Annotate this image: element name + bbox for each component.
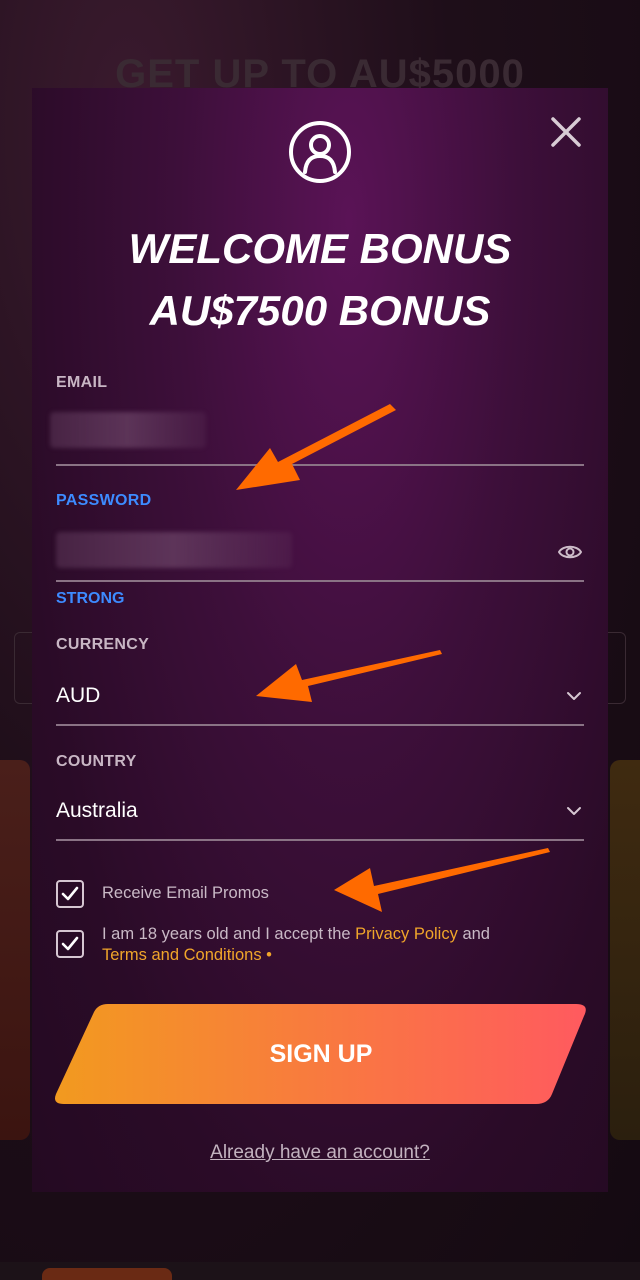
terms-label: I am 18 years old and I accept the Priva… <box>102 924 572 966</box>
currency-value: AUD <box>56 684 101 707</box>
currency-label: CURRENCY <box>56 636 150 653</box>
terms-checkbox[interactable] <box>56 930 84 958</box>
country-underline <box>56 839 584 841</box>
background-game-tile-left <box>0 760 30 1140</box>
email-promos-label: Receive Email Promos <box>102 884 269 902</box>
page: GET UP TO AU$5000 WELCOME BONUS AU$7500 … <box>0 0 640 1280</box>
country-value: Australia <box>56 799 138 822</box>
password-label: PASSWORD <box>56 492 152 509</box>
background-card-edge-left <box>14 632 33 704</box>
terms-and-conditions-link[interactable]: Terms and Conditions <box>102 946 262 964</box>
eye-icon[interactable] <box>558 542 582 562</box>
email-label: EMAIL <box>56 374 108 391</box>
required-marker: • <box>261 946 272 964</box>
privacy-policy-link[interactable]: Privacy Policy <box>355 925 458 943</box>
already-have-account-link[interactable]: Already have an account? <box>32 1142 608 1164</box>
sign-up-label: SIGN UP <box>269 1040 373 1068</box>
country-select[interactable]: COUNTRY Australia <box>56 753 584 845</box>
background-card-edge-right <box>607 632 626 704</box>
user-circle-icon <box>289 121 351 183</box>
close-icon[interactable] <box>548 114 584 150</box>
checkmark-icon <box>61 886 79 901</box>
password-field[interactable]: PASSWORD <box>56 492 584 584</box>
title-line-2: AU$7500 BONUS <box>149 287 491 334</box>
title-line-1: WELCOME BONUS <box>128 225 512 272</box>
chevron-down-icon[interactable] <box>564 686 584 706</box>
password-strength-indicator: STRONG <box>56 590 125 607</box>
modal-title: WELCOME BONUS AU$7500 BONUS <box>32 218 608 342</box>
password-underline <box>56 580 584 582</box>
currency-underline <box>56 724 584 726</box>
terms-prefix: I am 18 years old and I accept the <box>102 925 356 943</box>
signup-modal: WELCOME BONUS AU$7500 BONUS EMAIL PASSWO… <box>32 88 608 1192</box>
background-game-tile-right <box>610 760 640 1140</box>
terms-and: and <box>457 925 490 943</box>
country-label: COUNTRY <box>56 753 137 770</box>
background-nav-pill <box>42 1268 172 1280</box>
email-promos-checkbox[interactable] <box>56 880 84 908</box>
currency-select[interactable]: CURRENCY AUD <box>56 636 584 728</box>
email-underline <box>56 464 584 466</box>
email-value-redacted <box>50 412 206 448</box>
password-value-redacted <box>56 532 292 568</box>
sign-up-button[interactable]: SIGN UP <box>52 1004 590 1104</box>
chevron-down-icon[interactable] <box>564 801 584 821</box>
checkmark-icon <box>61 936 79 951</box>
email-field[interactable]: EMAIL <box>50 374 584 468</box>
